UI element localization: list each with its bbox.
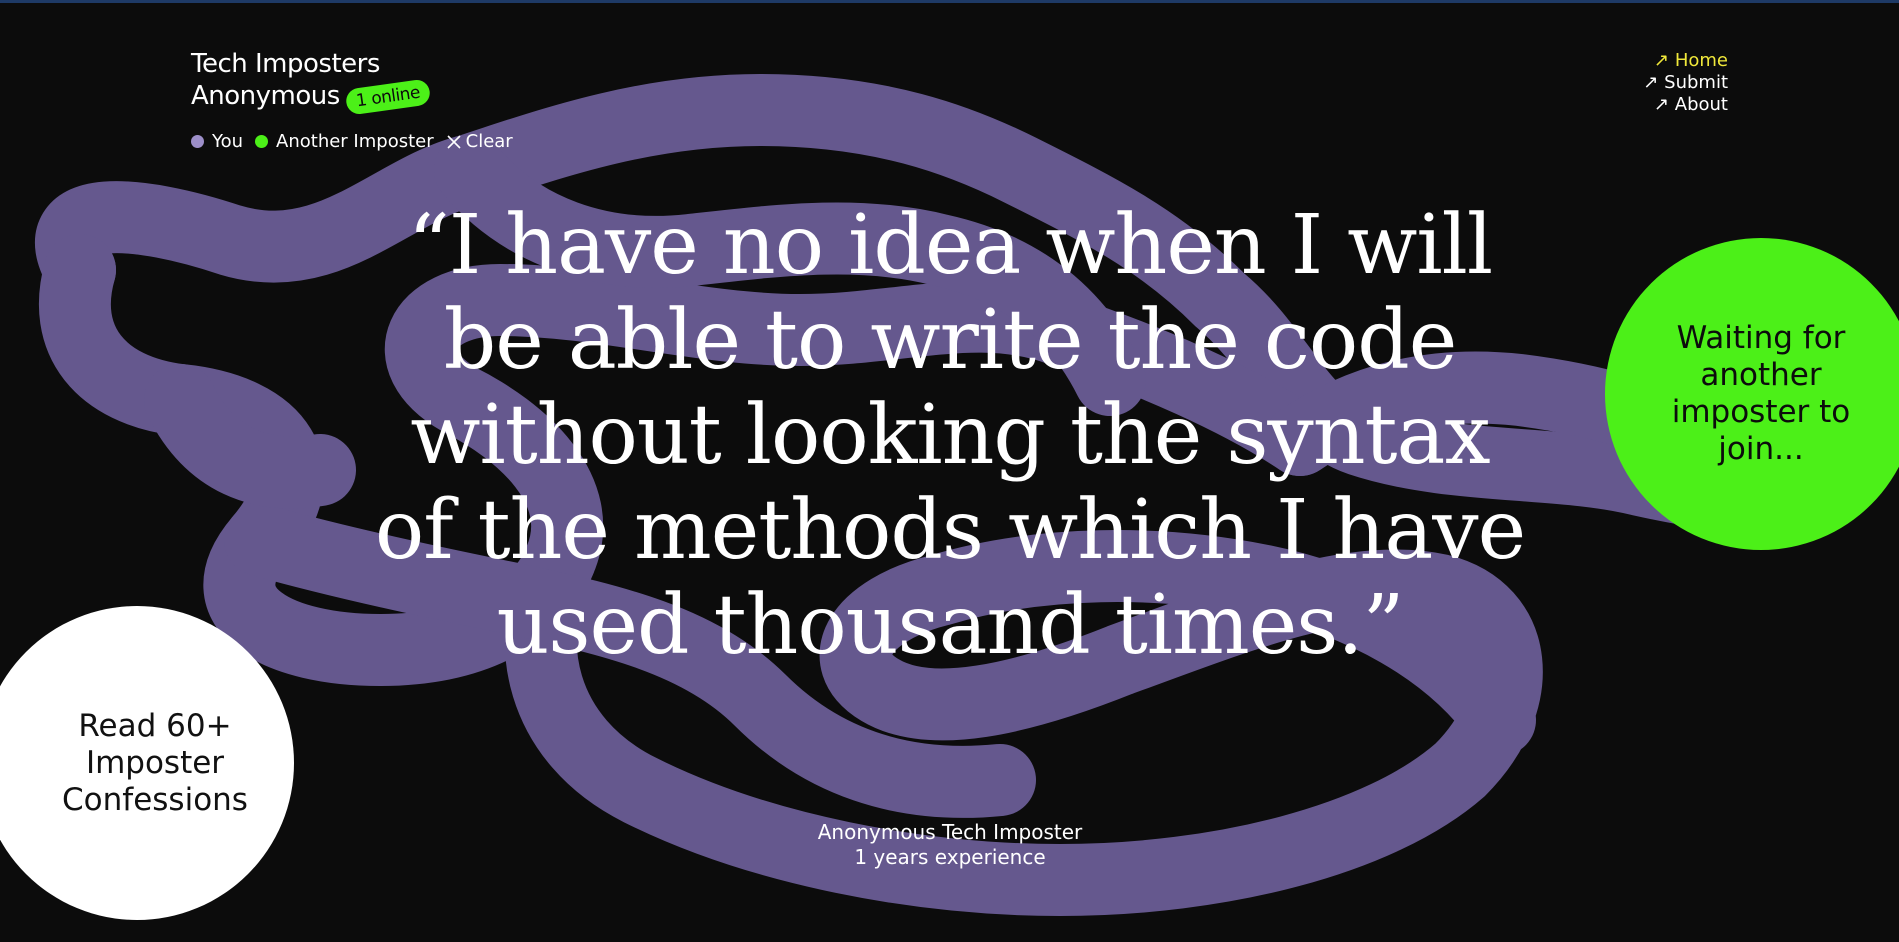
confession-quote: “I have no idea when I will be able to w… — [374, 198, 1526, 673]
brand-logo: Tech Imposters Anonymous 1 online — [191, 48, 432, 116]
waiting-status-text: Waiting for another imposter to join... — [1671, 320, 1851, 467]
read-confessions-label: Read 60+ Imposter Confessions — [62, 707, 248, 818]
legend-other-label: Another Imposter — [276, 131, 434, 152]
online-count-badge: 1 online — [344, 78, 432, 116]
legend-you: You — [191, 131, 243, 152]
clear-button[interactable]: Clear — [446, 131, 513, 152]
main-nav: ↗ Home ↗ Submit ↗ About — [1643, 50, 1728, 116]
clear-button-label: Clear — [465, 131, 513, 152]
nav-home-link[interactable]: ↗ Home — [1643, 50, 1728, 72]
close-icon — [447, 134, 461, 149]
you-dot-icon — [191, 135, 204, 148]
nav-submit-link[interactable]: ↗ Submit — [1643, 72, 1728, 94]
author-name: Anonymous Tech Imposter — [817, 820, 1083, 844]
quote-attribution: Anonymous Tech Imposter 1 years experien… — [700, 820, 1200, 870]
cursor-legend: You Another Imposter Clear — [191, 131, 513, 152]
nav-about-link[interactable]: ↗ About — [1643, 94, 1728, 116]
author-experience: 1 years experience — [854, 845, 1046, 869]
brand-title-line1: Tech Imposters — [191, 49, 380, 79]
brand-title-line2: Anonymous — [191, 81, 340, 111]
legend-you-label: You — [212, 131, 244, 152]
other-imposter-dot-icon — [255, 135, 269, 148]
waiting-status-circle: Waiting for another imposter to join... — [1605, 238, 1899, 550]
brand-title-line2-row: Anonymous 1 online — [191, 78, 432, 116]
legend-other-imposter: Another Imposter — [255, 131, 434, 152]
